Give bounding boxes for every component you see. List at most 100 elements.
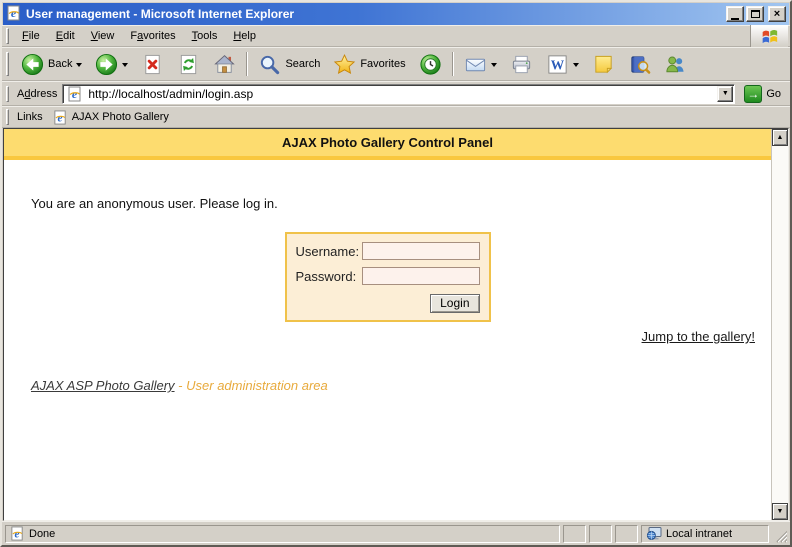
password-field[interactable] xyxy=(362,267,480,285)
browser-window: e User management - Microsoft Internet E… xyxy=(0,0,792,547)
minimize-button[interactable] xyxy=(726,6,744,22)
security-zone-text: Local intranet xyxy=(666,528,732,540)
status-text: Done xyxy=(29,528,55,540)
page-banner: AJAX Photo Gallery Control Panel xyxy=(4,129,771,160)
close-icon: × xyxy=(774,9,780,20)
windows-brand-panel xyxy=(750,25,788,47)
word-edit-icon: W xyxy=(546,53,569,76)
ie-app-icon: e xyxy=(6,5,22,24)
address-dropdown-button[interactable]: ▼ xyxy=(717,86,733,102)
refresh-icon xyxy=(177,53,200,76)
maximize-icon xyxy=(751,10,760,18)
resize-grip-icon[interactable] xyxy=(772,525,787,543)
menu-view[interactable]: View xyxy=(83,27,123,45)
addressbar-grip[interactable] xyxy=(6,86,9,102)
favorites-star-icon xyxy=(333,53,356,76)
forward-dropdown-icon[interactable] xyxy=(122,63,128,70)
password-label: Password: xyxy=(296,269,362,284)
back-button[interactable]: Back xyxy=(15,49,88,79)
toolbar-grip[interactable] xyxy=(6,52,9,76)
vertical-scrollbar[interactable]: ▲ ▼ xyxy=(771,129,788,520)
back-dropdown-icon[interactable] xyxy=(76,63,82,70)
address-combo[interactable]: e ▼ xyxy=(62,84,735,104)
home-button[interactable] xyxy=(207,49,242,79)
footer-separator: - xyxy=(178,378,182,393)
favorites-button[interactable]: Favorites xyxy=(327,49,411,79)
forward-icon xyxy=(95,53,118,76)
print-icon xyxy=(510,53,533,76)
mail-dropdown-icon[interactable] xyxy=(491,63,497,70)
username-field[interactable] xyxy=(362,242,480,260)
links-label: Links xyxy=(17,111,43,123)
login-button[interactable]: Login xyxy=(430,294,479,313)
scroll-down-button[interactable]: ▼ xyxy=(772,503,788,520)
search-label: Search xyxy=(285,58,320,70)
go-arrow-icon: → xyxy=(744,85,762,103)
menu-tools[interactable]: Tools xyxy=(184,27,226,45)
menu-help[interactable]: Help xyxy=(225,27,264,45)
address-input[interactable] xyxy=(85,86,717,102)
scroll-up-button[interactable]: ▲ xyxy=(772,129,788,146)
back-icon xyxy=(21,53,44,76)
print-button[interactable] xyxy=(504,49,539,79)
home-icon xyxy=(213,53,236,76)
menu-bar: File Edit View Favorites Tools Help xyxy=(2,25,790,47)
svg-text:e: e xyxy=(11,6,17,20)
window-title: User management - Microsoft Internet Exp… xyxy=(26,7,722,21)
edit-with-word-button[interactable]: W xyxy=(540,49,585,79)
forward-button[interactable] xyxy=(89,49,134,79)
address-bar: Address e ▼ → Go xyxy=(2,81,790,106)
refresh-button[interactable] xyxy=(171,49,206,79)
linksbar-grip[interactable] xyxy=(6,109,9,125)
status-panel: e Done xyxy=(5,525,560,543)
login-form: Username: Password: Login xyxy=(285,232,491,322)
username-label: Username: xyxy=(296,244,362,259)
go-label: Go xyxy=(766,88,781,100)
login-button-row: Login xyxy=(296,294,480,313)
svg-text:W: W xyxy=(550,57,564,72)
mail-button[interactable] xyxy=(458,49,503,79)
window-controls: × xyxy=(726,6,786,22)
close-button[interactable]: × xyxy=(768,6,786,22)
page-ie-icon: e xyxy=(67,86,83,102)
edit-dropdown-icon[interactable] xyxy=(573,63,579,70)
address-label: Address xyxy=(17,88,57,100)
history-icon xyxy=(419,53,442,76)
menu-edit[interactable]: Edit xyxy=(48,27,83,45)
mail-icon xyxy=(464,53,487,76)
menu-favorites[interactable]: Favorites xyxy=(122,27,183,45)
status-bar: e Done Local intranet xyxy=(2,521,790,545)
page-title: AJAX Photo Gallery Control Panel xyxy=(282,135,493,150)
svg-text:e: e xyxy=(15,528,20,540)
svg-text:e: e xyxy=(57,112,62,124)
footer-gallery-link[interactable]: AJAX ASP Photo Gallery xyxy=(31,378,175,393)
research-button[interactable] xyxy=(622,49,657,79)
toolbar-separator xyxy=(246,52,248,76)
stop-button[interactable] xyxy=(135,49,170,79)
search-button[interactable]: Search xyxy=(252,49,326,79)
footer-note: User administration area xyxy=(186,378,328,393)
research-book-icon xyxy=(628,53,651,76)
menu-file[interactable]: File xyxy=(14,27,48,45)
messenger-button[interactable] xyxy=(658,49,693,79)
maximize-button[interactable] xyxy=(746,6,764,22)
password-row: Password: xyxy=(296,267,480,285)
title-bar: e User management - Microsoft Internet E… xyxy=(3,3,789,25)
chevron-down-icon: ▼ xyxy=(722,90,729,97)
menubar-grip[interactable] xyxy=(6,28,9,44)
status-ie-icon: e xyxy=(10,526,25,541)
intro-text: You are an anonymous user. Please log in… xyxy=(31,196,771,211)
discuss-button[interactable] xyxy=(586,49,621,79)
links-item-ajax-photo-gallery[interactable]: e AJAX Photo Gallery xyxy=(48,108,174,127)
page-footer: AJAX ASP Photo Gallery - User administra… xyxy=(31,378,771,393)
favorites-label: Favorites xyxy=(360,58,405,70)
toolbar: Back Search Favorites xyxy=(2,47,790,81)
discuss-note-icon xyxy=(592,53,615,76)
history-button[interactable] xyxy=(413,49,448,79)
security-zone-panel: Local intranet xyxy=(641,525,769,543)
search-icon xyxy=(258,53,281,76)
web-page: AJAX Photo Gallery Control Panel You are… xyxy=(4,129,771,520)
go-button[interactable]: → Go xyxy=(741,84,784,104)
scroll-down-icon: ▼ xyxy=(777,508,784,515)
jump-to-gallery-link[interactable]: Jump to the gallery! xyxy=(642,329,755,344)
